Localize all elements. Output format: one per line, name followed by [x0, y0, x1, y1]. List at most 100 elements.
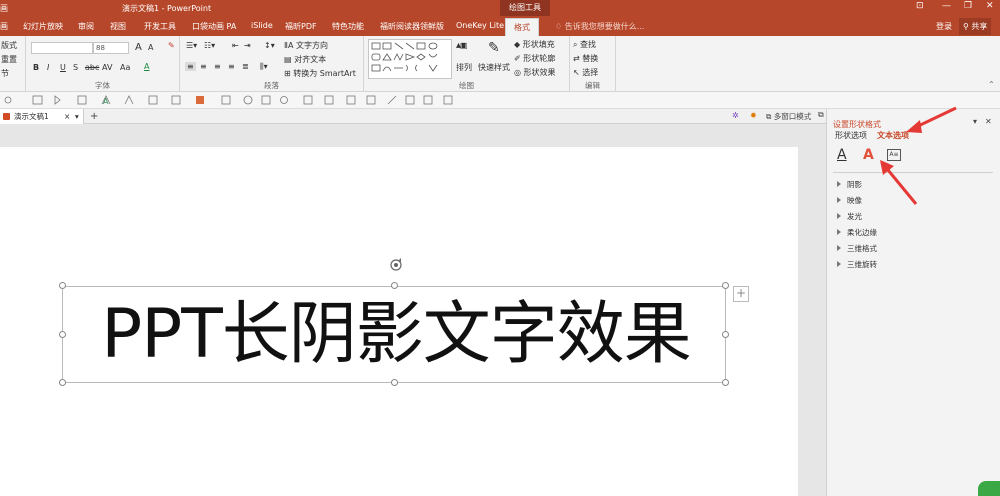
- section-glow[interactable]: 发光: [837, 211, 862, 222]
- tab-developer[interactable]: 开发工具: [144, 21, 176, 32]
- font-size-field[interactable]: 88: [93, 42, 129, 54]
- close-button[interactable]: ✕: [986, 1, 994, 11]
- rotate-handle-icon[interactable]: [388, 257, 404, 273]
- document-tab[interactable]: 演示文稿1 × ▾: [0, 109, 84, 124]
- change-case-button[interactable]: Aa: [120, 63, 130, 72]
- justify-icon[interactable]: ≡: [228, 62, 235, 71]
- shape-outline-button[interactable]: ✐ 形状轮廓: [514, 53, 555, 64]
- layout-button[interactable]: 版式: [1, 40, 17, 51]
- login-button[interactable]: 登录: [936, 21, 952, 32]
- reset-button[interactable]: 重置: [1, 54, 17, 65]
- ribbon: 版式 重置 节 88 A A ✎ B I U S abc AV Aa A 字体 …: [0, 36, 1000, 92]
- columns-icon[interactable]: ⫼▾: [260, 62, 268, 72]
- resize-handle-bl[interactable]: [59, 379, 66, 386]
- section-3d-format[interactable]: 三维格式: [837, 243, 877, 254]
- section-reflection[interactable]: 映像: [837, 195, 862, 206]
- tab-special-features[interactable]: 特色功能: [332, 21, 364, 32]
- tab-view[interactable]: 视图: [110, 21, 126, 32]
- numbering-icon[interactable]: ☷▾: [204, 41, 215, 50]
- cursor-icon: ↖: [573, 68, 583, 77]
- underline-button[interactable]: U: [60, 63, 66, 72]
- resize-handle-br[interactable]: [722, 379, 729, 386]
- replace-icon: ⇄: [573, 54, 583, 63]
- decrease-indent-icon[interactable]: ⇤: [232, 41, 239, 50]
- distributed-icon[interactable]: ≣: [242, 62, 249, 71]
- tab-foxit-pdf[interactable]: 福昕PDF: [285, 21, 317, 32]
- replace-button[interactable]: ⇄ 替换: [573, 53, 598, 64]
- text-direction-button[interactable]: ⅡA 文字方向: [284, 40, 328, 51]
- sparkle-icon[interactable]: ✲: [732, 111, 739, 120]
- tab-review[interactable]: 审阅: [78, 21, 94, 32]
- title-fragment: 画: [0, 4, 8, 13]
- select-button[interactable]: ↖ 选择: [573, 67, 598, 78]
- pane-close-icon[interactable]: ✕: [985, 117, 992, 126]
- arrange-button[interactable]: 排列: [456, 62, 472, 73]
- shrink-font-button[interactable]: A: [148, 43, 153, 52]
- close-tab-icon[interactable]: ×: [64, 109, 70, 124]
- quick-styles-button[interactable]: 快速样式: [478, 62, 510, 73]
- italic-button[interactable]: I: [47, 63, 49, 72]
- layout-options-button[interactable]: +: [733, 286, 749, 302]
- shape-fill-button[interactable]: ◆ 形状填充: [514, 39, 555, 50]
- text-options-tab[interactable]: 文本选项: [877, 130, 909, 141]
- maximize-button[interactable]: ❐: [964, 1, 972, 11]
- resize-handle-tr[interactable]: [722, 282, 729, 289]
- find-button[interactable]: ⌕ 查找: [573, 39, 596, 50]
- slide-title-text[interactable]: PPT长阴影文字效果: [64, 288, 724, 381]
- strikethrough-button[interactable]: abc: [85, 63, 99, 72]
- line-spacing-icon[interactable]: ↕▾: [264, 41, 275, 50]
- tab-slideshow[interactable]: 幻灯片放映: [23, 21, 63, 32]
- minimize-button[interactable]: —: [942, 1, 951, 11]
- resize-handle-bc[interactable]: [391, 379, 398, 386]
- share-button[interactable]: ⚲ 共享: [959, 18, 992, 35]
- tab-partial[interactable]: 画: [0, 21, 8, 32]
- clear-format-icon[interactable]: ✎: [168, 41, 175, 50]
- increase-indent-icon[interactable]: ⇥: [244, 41, 251, 50]
- resize-handle-tl[interactable]: [59, 282, 66, 289]
- font-color-button[interactable]: A: [144, 62, 149, 71]
- resize-handle-tc[interactable]: [391, 282, 398, 289]
- align-center-icon[interactable]: ≡: [200, 62, 207, 71]
- align-text-button[interactable]: ▤ 对齐文本: [284, 54, 326, 65]
- font-name-field[interactable]: [31, 42, 93, 54]
- section-shadow[interactable]: 阴影: [837, 179, 862, 190]
- bullets-icon[interactable]: ☰▾: [186, 41, 197, 50]
- tab-dropdown-icon[interactable]: ▾: [75, 109, 79, 124]
- expand-icon: [837, 213, 841, 219]
- title-bar: 画 演示文稿1 - PowerPoint 绘图工具 ⊡ — ❐ ✕: [0, 0, 1000, 16]
- grow-font-button[interactable]: A: [135, 42, 142, 53]
- new-tab-icon[interactable]: +: [90, 109, 98, 124]
- tab-foxit-reader[interactable]: 福昕阅读器领鲜版: [380, 21, 444, 32]
- resize-handle-ml[interactable]: [59, 331, 66, 338]
- shape-effects-button[interactable]: ◎ 形状效果: [514, 67, 556, 78]
- smartart-icon: ⊞: [284, 69, 294, 78]
- text-effects-icon[interactable]: A: [863, 147, 874, 163]
- multi-window-button[interactable]: ⧉ 多窗口模式: [766, 111, 811, 122]
- tab-pocket-animation[interactable]: 口袋动画 PA: [192, 21, 236, 32]
- tab-format[interactable]: 格式: [505, 18, 539, 36]
- tell-me-box[interactable]: ♢ 告诉我您想要做什么...: [555, 21, 644, 32]
- ribbon-display-options-icon[interactable]: ⊡: [916, 1, 924, 11]
- powerpoint-window: 画 演示文稿1 - PowerPoint 绘图工具 ⊡ — ❐ ✕ 画 幻灯片放…: [0, 0, 1000, 496]
- shapes-gallery[interactable]: [368, 39, 452, 79]
- section-soft-edges[interactable]: 柔化边缘: [837, 227, 877, 238]
- tab-islide[interactable]: iSlide: [251, 21, 273, 30]
- collapse-ribbon-icon[interactable]: ⌃: [988, 80, 995, 89]
- text-fill-outline-icon[interactable]: A: [837, 147, 847, 163]
- pane-menu-icon[interactable]: ▾: [973, 117, 977, 126]
- shape-options-tab[interactable]: 形状选项: [835, 130, 867, 141]
- section-button[interactable]: 节: [1, 68, 9, 79]
- convert-smartart-button[interactable]: ⊞ 转换为 SmartArt: [284, 68, 356, 79]
- section-3d-rotation[interactable]: 三维旋转: [837, 259, 877, 270]
- char-spacing-button[interactable]: AV: [102, 63, 112, 72]
- align-left-icon[interactable]: ≡: [185, 62, 196, 71]
- resize-handle-mr[interactable]: [722, 331, 729, 338]
- tab-onekey-lite[interactable]: OneKey Lite: [456, 21, 504, 30]
- restore-icon[interactable]: ⧉: [818, 110, 824, 120]
- settings-icon[interactable]: ✹: [750, 111, 757, 120]
- group-slides: 版式 重置 节: [0, 36, 26, 92]
- textbox-icon[interactable]: A≡: [887, 149, 901, 161]
- bold-button[interactable]: B: [33, 63, 39, 72]
- align-right-icon[interactable]: ≡: [214, 62, 221, 71]
- shadow-button[interactable]: S: [73, 63, 78, 72]
